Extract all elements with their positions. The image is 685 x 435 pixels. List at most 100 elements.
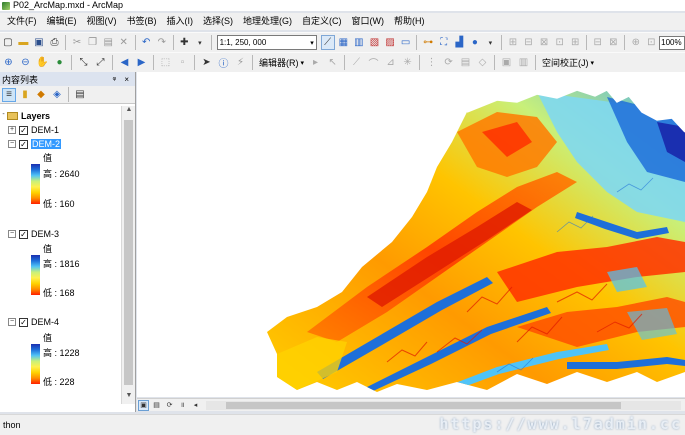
list-by-visibility-icon[interactable]: ◆ xyxy=(34,88,48,102)
layers-group-row[interactable]: - Layers xyxy=(1,110,50,122)
redo-icon[interactable]: ↷ xyxy=(155,35,169,50)
python-window-icon[interactable]: ▭ xyxy=(399,35,413,50)
menu-view[interactable]: 视图(V) xyxy=(82,13,122,30)
new-document-icon[interactable]: ▢ xyxy=(1,35,15,50)
layer-name[interactable]: DEM-4 xyxy=(31,317,59,327)
globe-dropdown-icon[interactable]: ▾ xyxy=(484,35,498,50)
save-icon[interactable]: ▣ xyxy=(32,35,46,50)
layer-row-dem-1[interactable]: + ✓ DEM-1 xyxy=(8,124,59,136)
model-builder-icon[interactable]: ⊶ xyxy=(421,35,435,50)
end-point-arc-icon[interactable]: ⌒ xyxy=(366,55,381,70)
layer-visibility-checkbox[interactable]: ✓ xyxy=(19,139,28,149)
list-by-selection-icon[interactable]: ◈ xyxy=(50,88,64,102)
expand-icon[interactable]: + xyxy=(8,126,16,134)
full-extent-icon[interactable]: ⛶ xyxy=(437,35,451,50)
attributes-icon[interactable]: ▤ xyxy=(458,55,473,70)
cut-icon[interactable]: ✂ xyxy=(70,35,84,50)
layout-tool-5-icon[interactable]: ⊞ xyxy=(568,35,582,50)
split-tool-icon[interactable]: ⋮ xyxy=(424,55,439,70)
layer-name[interactable]: DEM-1 xyxy=(31,125,59,135)
back-arrow-icon[interactable]: ◀ xyxy=(117,55,132,70)
layer-row-dem-3[interactable]: − ✓ DEM-3 xyxy=(8,228,59,240)
zoom-out-icon[interactable]: ⊖ xyxy=(18,55,33,70)
layer-row-dem-2[interactable]: − ✓ DEM-2 xyxy=(8,138,62,150)
scroll-left-icon[interactable]: ◂ xyxy=(190,400,201,411)
create-features-icon[interactable]: ▣ xyxy=(499,55,514,70)
fixed-zoom-out-icon[interactable]: ⤢ xyxy=(93,55,108,70)
layer-visibility-checkbox[interactable]: ✓ xyxy=(19,317,28,327)
list-by-source-icon[interactable]: ▮ xyxy=(18,88,32,102)
print-icon[interactable]: ⎙ xyxy=(48,35,62,50)
delete-icon[interactable]: ✕ xyxy=(117,35,131,50)
zoom-in-icon[interactable]: ⊕ xyxy=(1,55,16,70)
edit-tool-icon[interactable]: ▸ xyxy=(308,55,323,70)
layer-visibility-checkbox[interactable]: ✓ xyxy=(19,125,28,135)
collapse-icon[interactable]: - xyxy=(1,111,6,120)
toc-vertical-scrollbar[interactable]: ▲ ▼ xyxy=(121,106,135,404)
scroll-up-icon[interactable]: ▲ xyxy=(122,106,136,118)
identify-info-icon[interactable]: ⓘ xyxy=(216,55,231,70)
select-elements-arrow-icon[interactable]: ➤ xyxy=(199,55,214,70)
clear-selection-icon[interactable]: ▫ xyxy=(175,55,190,70)
spatial-adjustment-menu[interactable]: 空间校正(J) ▾ xyxy=(539,55,597,70)
layout-tool-7-icon[interactable]: ⊠ xyxy=(607,35,621,50)
open-folder-icon[interactable]: ▬ xyxy=(17,35,31,50)
layout-icon[interactable]: ▟ xyxy=(452,35,466,50)
collapse-icon[interactable]: − xyxy=(8,230,16,238)
layout-view-icon[interactable]: ▤ xyxy=(151,400,162,411)
fixed-zoom-in-icon[interactable]: ⤡ xyxy=(76,55,91,70)
layer-row-dem-4[interactable]: − ✓ DEM-4 xyxy=(8,316,59,328)
select-features-icon[interactable]: ⬚ xyxy=(158,55,173,70)
layout-tool-2-icon[interactable]: ⊟ xyxy=(522,35,536,50)
map-display[interactable] xyxy=(137,72,685,397)
layout-zoom-combobox[interactable]: 100% xyxy=(659,35,685,50)
data-view-icon[interactable]: ▣ xyxy=(138,399,149,411)
search-window-icon[interactable]: ▧ xyxy=(368,35,382,50)
toc-options-icon[interactable]: ▤ xyxy=(73,88,87,102)
editor-menu[interactable]: 编辑器(R) ▾ xyxy=(256,55,307,70)
undo-icon[interactable]: ↶ xyxy=(139,35,153,50)
arctoolbox-icon[interactable]: ▨ xyxy=(383,35,397,50)
copy-icon[interactable]: ❐ xyxy=(86,35,100,50)
menu-windows[interactable]: 窗口(W) xyxy=(347,13,390,30)
globe-icon[interactable]: ● xyxy=(468,35,482,50)
menu-customize[interactable]: 自定义(C) xyxy=(297,13,347,30)
point-tool-icon[interactable]: ✳ xyxy=(400,55,415,70)
pause-drawing-icon[interactable]: ॥ xyxy=(177,400,188,411)
menu-help[interactable]: 帮助(H) xyxy=(389,13,430,30)
table-of-contents-window-icon[interactable]: ▦ xyxy=(337,35,351,50)
scrollbar-thumb[interactable] xyxy=(124,120,133,385)
layout-pan-icon[interactable]: ⊡ xyxy=(645,35,659,50)
menu-edit[interactable]: 编辑(E) xyxy=(42,13,82,30)
hyperlink-icon[interactable]: ⚡ xyxy=(233,55,248,70)
rotate-tool-icon[interactable]: ⟳ xyxy=(441,55,456,70)
layout-zoom-icon[interactable]: ⊕ xyxy=(629,35,643,50)
trace-icon[interactable]: ⊿ xyxy=(383,55,398,70)
full-extent-globe-icon[interactable]: ● xyxy=(52,55,67,70)
edit-annotation-icon[interactable]: ↖ xyxy=(325,55,340,70)
editor-options-icon[interactable]: ▥ xyxy=(516,55,531,70)
refresh-icon[interactable]: ⟳ xyxy=(164,400,175,411)
menu-insert[interactable]: 插入(I) xyxy=(162,13,199,30)
menu-geoprocessing[interactable]: 地理处理(G) xyxy=(238,13,297,30)
paste-icon[interactable]: ▤ xyxy=(101,35,115,50)
add-data-dropdown-icon[interactable]: ▾ xyxy=(193,35,207,50)
menu-selection[interactable]: 选择(S) xyxy=(198,13,238,30)
layout-tool-3-icon[interactable]: ⊠ xyxy=(537,35,551,50)
layer-visibility-checkbox[interactable]: ✓ xyxy=(19,229,28,239)
layer-name-selected[interactable]: DEM-2 xyxy=(31,139,62,149)
straight-segment-icon[interactable]: ⟋ xyxy=(349,55,364,70)
catalog-window-icon[interactable]: ▥ xyxy=(352,35,366,50)
scroll-down-icon[interactable]: ▼ xyxy=(122,392,136,404)
list-by-drawing-order-icon[interactable]: ≡ xyxy=(2,87,16,102)
collapse-icon[interactable]: − xyxy=(8,140,16,148)
add-data-icon[interactable]: ✚ xyxy=(178,35,192,50)
layer-name[interactable]: DEM-3 xyxy=(31,229,59,239)
layout-tool-4-icon[interactable]: ⊡ xyxy=(553,35,567,50)
toc-pin-close-icons[interactable]: ᵠ × xyxy=(113,75,132,84)
menu-file[interactable]: 文件(F) xyxy=(2,13,42,30)
menu-bookmarks[interactable]: 书签(B) xyxy=(122,13,162,30)
editor-toolbar-toggle-icon[interactable]: ⟋ xyxy=(320,35,335,50)
pan-hand-icon[interactable]: ✋ xyxy=(35,55,50,70)
forward-arrow-icon[interactable]: ▶ xyxy=(134,55,149,70)
